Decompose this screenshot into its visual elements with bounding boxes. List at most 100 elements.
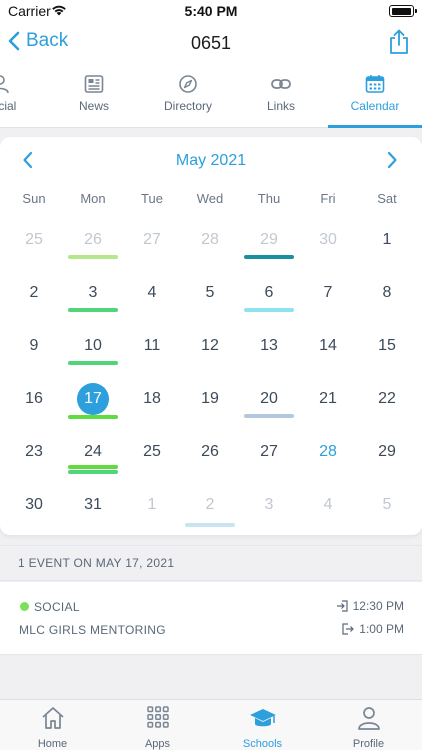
chevron-right-icon bbox=[387, 151, 397, 169]
bottom-tab-label: Schools bbox=[242, 738, 283, 750]
event-end-time: 1:00 PM bbox=[342, 622, 404, 636]
event-start-time: 12:30 PM bbox=[336, 599, 404, 613]
bottom-tab-home[interactable]: Home bbox=[0, 700, 105, 750]
calendar-day[interactable]: 5 bbox=[358, 487, 416, 527]
weekday-label: Sat bbox=[377, 191, 397, 206]
month-title: May 2021 bbox=[175, 152, 247, 169]
calendar-day[interactable]: 2 bbox=[181, 487, 239, 527]
event-end-label: 1:00 PM bbox=[359, 622, 404, 636]
event-marker bbox=[68, 465, 118, 469]
calendar-day[interactable]: 13 bbox=[240, 328, 298, 368]
navigation-bar: Back 0651 bbox=[0, 22, 422, 64]
calendar-day[interactable]: 8 bbox=[358, 275, 416, 315]
event-title: MLC GIRLS MENTORING bbox=[19, 623, 166, 637]
weekday-label: Mon bbox=[80, 191, 106, 206]
sign-in-icon bbox=[336, 600, 348, 612]
calendar-day[interactable]: 18 bbox=[123, 381, 181, 421]
calendar-day[interactable]: 31 bbox=[64, 487, 122, 527]
calendar-day[interactable]: 30 bbox=[5, 487, 63, 527]
app-screen: Carrier 5:40 PM Back 0651 Social News bbox=[0, 0, 422, 750]
calendar-day[interactable]: 20 bbox=[240, 381, 298, 421]
calendar-day[interactable]: 27 bbox=[240, 434, 298, 474]
calendar-day[interactable]: 29 bbox=[358, 434, 416, 474]
calendar-day[interactable]: 25 bbox=[5, 222, 63, 262]
tab-label: Links bbox=[266, 99, 295, 113]
calendar-day[interactable]: 14 bbox=[299, 328, 357, 368]
event-marker bbox=[68, 415, 118, 419]
event-marker bbox=[68, 361, 118, 365]
calendar-day[interactable]: 4 bbox=[299, 487, 357, 527]
sign-out-icon bbox=[342, 623, 355, 635]
calendar-day[interactable]: 1 bbox=[358, 222, 416, 262]
calendar-day[interactable]: 28 bbox=[181, 222, 239, 262]
calendar-day[interactable]: 3 bbox=[240, 487, 298, 527]
share-icon bbox=[390, 29, 408, 54]
status-bar: Carrier 5:40 PM bbox=[0, 0, 422, 22]
calendar-day[interactable]: 26 bbox=[64, 222, 122, 262]
tab-news[interactable]: News bbox=[54, 64, 134, 128]
bottom-tab-apps[interactable]: Apps bbox=[105, 700, 210, 750]
calendar-day[interactable]: 24 bbox=[64, 434, 122, 474]
calendar-day[interactable]: 9 bbox=[5, 328, 63, 368]
event-list-item[interactable]: SOCIAL MLC GIRLS MENTORING 12:30 PM 1:00… bbox=[0, 582, 422, 655]
calendar-day[interactable]: 19 bbox=[181, 381, 239, 421]
calendar-month-view: May 2021 Sun Mon Tue Wed Thu Fri Sat 25 … bbox=[0, 137, 422, 535]
weekday-label: Tue bbox=[141, 191, 163, 206]
link-icon bbox=[270, 74, 292, 99]
event-category-dot bbox=[20, 602, 29, 611]
calendar-day-selected[interactable]: 17 bbox=[64, 381, 122, 421]
event-marker bbox=[244, 255, 294, 259]
event-marker bbox=[244, 308, 294, 312]
calendar-day[interactable]: 12 bbox=[181, 328, 239, 368]
weekday-label: Sun bbox=[22, 191, 46, 206]
next-month-button[interactable] bbox=[386, 151, 398, 174]
tab-label: Social bbox=[0, 99, 17, 113]
calendar-day[interactable]: 23 bbox=[5, 434, 63, 474]
home-icon bbox=[0, 705, 105, 731]
tab-label: Directory bbox=[163, 99, 212, 113]
calendar-day[interactable]: 1 bbox=[123, 487, 181, 527]
calendar-day[interactable]: 10 bbox=[64, 328, 122, 368]
bottom-tab-profile[interactable]: Profile bbox=[316, 700, 421, 750]
calendar-day[interactable]: 11 bbox=[123, 328, 181, 368]
calendar-day[interactable]: 16 bbox=[5, 381, 63, 421]
battery-icon bbox=[389, 5, 417, 17]
calendar-day[interactable]: 2 bbox=[5, 275, 63, 315]
calendar-day[interactable]: 27 bbox=[123, 222, 181, 262]
tab-directory[interactable]: Directory bbox=[148, 64, 228, 128]
bottom-tab-schools[interactable]: Schools bbox=[210, 700, 315, 750]
section-tabs: Social News Directory Links Calendar bbox=[0, 64, 422, 128]
calendar-day[interactable]: 4 bbox=[123, 275, 181, 315]
event-marker bbox=[185, 523, 235, 527]
calendar-day[interactable]: 5 bbox=[181, 275, 239, 315]
people-icon bbox=[0, 74, 11, 99]
status-time: 5:40 PM bbox=[184, 3, 238, 19]
tab-links[interactable]: Links bbox=[241, 64, 321, 128]
calendar-day-today[interactable]: 28 bbox=[299, 434, 357, 474]
compass-icon bbox=[178, 74, 198, 99]
events-count-label: 1 EVENT ON MAY 17, 2021 bbox=[18, 556, 175, 570]
calendar-day[interactable]: 6 bbox=[240, 275, 298, 315]
tab-label: Calendar bbox=[350, 99, 400, 113]
bottom-tab-label: Profile bbox=[352, 738, 385, 750]
weekday-label: Fri bbox=[320, 191, 336, 206]
event-marker bbox=[68, 255, 118, 259]
calendar-day[interactable]: 29 bbox=[240, 222, 298, 262]
calendar-day[interactable]: 21 bbox=[299, 381, 357, 421]
calendar-day[interactable]: 25 bbox=[123, 434, 181, 474]
tab-social[interactable]: Social bbox=[0, 64, 40, 128]
event-marker bbox=[68, 308, 118, 312]
calendar-day[interactable]: 3 bbox=[64, 275, 122, 315]
calendar-day[interactable]: 7 bbox=[299, 275, 357, 315]
calendar-day[interactable]: 15 bbox=[358, 328, 416, 368]
graduation-cap-icon bbox=[210, 705, 315, 731]
grid-icon bbox=[105, 705, 210, 729]
active-tab-indicator bbox=[328, 125, 422, 128]
bottom-tab-bar: Home Apps Schools Profile bbox=[0, 699, 422, 750]
share-button[interactable] bbox=[388, 29, 410, 60]
calendar-day[interactable]: 30 bbox=[299, 222, 357, 262]
calendar-day[interactable]: 26 bbox=[181, 434, 239, 474]
calendar-day[interactable]: 22 bbox=[358, 381, 416, 421]
person-icon bbox=[316, 705, 421, 731]
tab-calendar[interactable]: Calendar bbox=[335, 64, 415, 128]
